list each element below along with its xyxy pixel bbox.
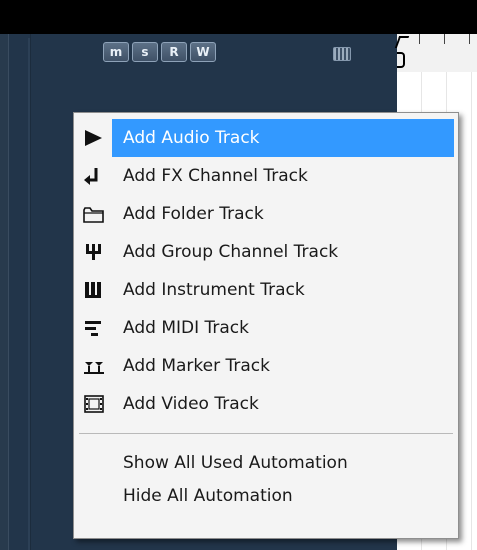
write-all-button[interactable]: W [190,42,216,62]
ruler-tick [419,34,420,44]
menu-item-hide-all-automation[interactable]: Hide All Automation [74,479,458,512]
menu-item-add-marker-track[interactable]: Add Marker Track [74,347,458,385]
cycle-bracket-icon[interactable] [397,52,405,68]
track-list-options-icon[interactable] [333,47,351,61]
grid-line [471,72,472,550]
video-icon [82,394,106,414]
menu-item-add-instrument-track[interactable]: Add Instrument Track [74,271,458,309]
top-toolbar [0,0,477,34]
menu-item-label: Hide All Automation [123,485,293,506]
mute-all-button[interactable]: m [103,42,129,62]
marker-icon [82,356,106,376]
left-edge-strip [0,34,8,550]
daw-window: m s R W Add Audio Track Add FX Channel T… [0,0,477,550]
menu-item-show-all-used-automation[interactable]: Show All Used Automation [74,446,458,479]
fx-channel-icon [82,166,106,186]
add-track-context-menu: Add Audio Track Add FX Channel Track Add… [73,112,459,539]
menu-item-add-midi-track[interactable]: Add MIDI Track [74,309,458,347]
menu-item-label: Add Group Channel Track [123,242,339,262]
menu-item-label: Add Audio Track [123,128,260,148]
menu-item-add-video-track[interactable]: Add Video Track [74,385,458,423]
menu-item-add-audio-track[interactable]: Add Audio Track [85,119,454,157]
timeline-ruler[interactable] [397,34,477,73]
solo-all-button[interactable]: s [132,42,158,62]
panel-edge [30,34,31,550]
ruler-tick [444,34,445,44]
instrument-icon [82,280,106,300]
menu-item-add-folder-track[interactable]: Add Folder Track [74,195,458,233]
folder-icon [82,204,106,224]
menu-item-add-group-channel-track[interactable]: Add Group Channel Track [74,233,458,271]
audio-track-icon [81,128,105,148]
menu-item-label: Add Instrument Track [123,280,305,300]
menu-item-add-fx-channel-track[interactable]: Add FX Channel Track [74,157,458,195]
midi-icon [82,318,106,338]
menu-item-label: Show All Used Automation [123,452,348,473]
group-channel-icon [82,242,106,262]
read-all-button[interactable]: R [161,42,187,62]
ruler-tick [469,34,470,44]
menu-item-label: Add FX Channel Track [123,166,308,186]
menu-separator [79,433,453,434]
global-track-controls: m s R W [103,42,216,62]
